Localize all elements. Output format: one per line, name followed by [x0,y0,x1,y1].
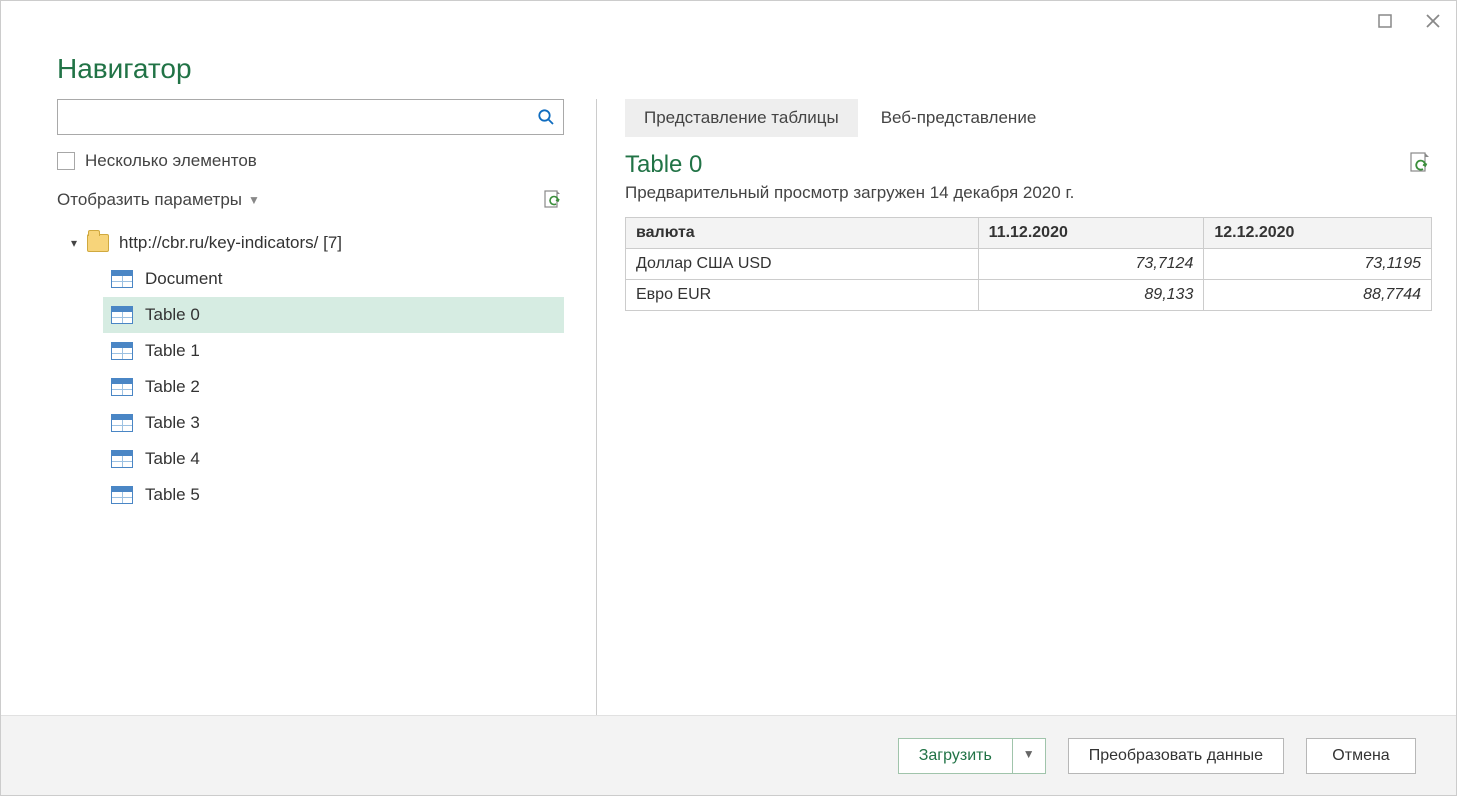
tab-web-view[interactable]: Веб-представление [862,99,1056,137]
refresh-preview-button[interactable] [1408,151,1432,177]
button-label: Отмена [1332,747,1389,764]
tab-label: Веб-представление [881,108,1037,127]
table-header-cell: валюта [626,218,979,249]
tree-item[interactable]: Table 3 [103,405,564,441]
refresh-tree-button[interactable] [542,189,564,211]
table-cell: Доллар США USD [626,249,979,280]
checkbox-icon [57,152,75,170]
close-icon [1425,13,1441,29]
button-label: Преобразовать данные [1089,747,1263,764]
tree-root-label: http://cbr.ru/key-indicators/ [7] [119,233,342,253]
load-button[interactable]: Загрузить [898,738,1013,774]
tab-table-view[interactable]: Представление таблицы [625,99,858,137]
transform-button[interactable]: Преобразовать данные [1068,738,1284,774]
tree-item-label: Table 2 [145,377,200,397]
table-icon [111,342,133,360]
tree-item[interactable]: Table 0 [103,297,564,333]
titlebar [1,1,1456,41]
tree-item-label: Table 1 [145,341,200,361]
table-icon [111,486,133,504]
chevron-down-icon: ▼ [1023,747,1035,761]
button-label: Загрузить [919,747,992,764]
view-tabs: Представление таблицы Веб-представление [625,99,1432,137]
display-options-row: Отобразить параметры ▼ [57,189,564,211]
navigator-dialog: Навигатор Несколько элементов Отобразить… [0,0,1457,796]
table-row: Евро EUR89,13388,7744 [626,280,1432,311]
table-icon [111,414,133,432]
tree-item-label: Table 5 [145,485,200,505]
tree-item[interactable]: Table 4 [103,441,564,477]
table-cell: 73,7124 [978,249,1204,280]
tree-item[interactable]: Table 2 [103,369,564,405]
preview-subtitle: Предварительный просмотр загружен 14 дек… [625,183,1074,203]
table-icon [111,450,133,468]
search-box[interactable] [57,99,564,135]
close-button[interactable] [1424,12,1442,30]
preview-header: Table 0 Предварительный просмотр загруже… [625,151,1432,217]
preview-table: валюта11.12.202012.12.2020Доллар США USD… [625,217,1432,311]
search-input[interactable] [66,107,537,127]
table-icon [111,270,133,288]
expand-collapse-icon[interactable]: ▾ [71,236,77,250]
multiple-items-checkbox[interactable]: Несколько элементов [57,151,564,171]
table-icon [111,378,133,396]
table-header-row: валюта11.12.202012.12.2020 [626,218,1432,249]
folder-icon [87,234,109,252]
left-pane: Несколько элементов Отобразить параметры… [57,99,597,715]
table-row: Доллар США USD73,712473,1195 [626,249,1432,280]
content-area: Несколько элементов Отобразить параметры… [1,99,1456,715]
cancel-button[interactable]: Отмена [1306,738,1416,774]
tree-item-label: Document [145,269,222,289]
table-cell: 73,1195 [1204,249,1432,280]
display-options-button[interactable]: Отобразить параметры ▼ [57,190,260,210]
tree-root[interactable]: ▾ http://cbr.ru/key-indicators/ [7] [57,225,564,261]
tree-item-label: Table 0 [145,305,200,325]
multiple-items-label: Несколько элементов [85,151,257,171]
table-cell: 89,133 [978,280,1204,311]
right-pane: Представление таблицы Веб-представление … [597,99,1432,715]
tree-item[interactable]: Document [103,261,564,297]
maximize-button[interactable] [1376,12,1394,30]
dialog-title: Навигатор [1,41,1456,99]
table-header-cell: 12.12.2020 [1204,218,1432,249]
preview-title: Table 0 [625,151,1074,179]
tree-item[interactable]: Table 5 [103,477,564,513]
load-dropdown-button[interactable]: ▼ [1013,738,1046,774]
tree-item-label: Table 4 [145,449,200,469]
chevron-down-icon: ▼ [248,193,260,207]
navigation-tree: ▾ http://cbr.ru/key-indicators/ [7] Docu… [57,225,564,513]
load-button-group: Загрузить ▼ [898,738,1046,774]
table-header-cell: 11.12.2020 [978,218,1204,249]
tree-item[interactable]: Table 1 [103,333,564,369]
table-cell: 88,7744 [1204,280,1432,311]
tree-item-label: Table 3 [145,413,200,433]
search-icon [537,108,555,126]
tab-label: Представление таблицы [644,108,839,127]
dialog-footer: Загрузить ▼ Преобразовать данные Отмена [1,715,1456,795]
maximize-icon [1378,14,1392,28]
tree-children: Document Table 0 Table 1 Table 2 Table 3 Tabl… [103,261,564,513]
display-options-label: Отобразить параметры [57,190,242,210]
table-cell: Евро EUR [626,280,979,311]
table-icon [111,306,133,324]
